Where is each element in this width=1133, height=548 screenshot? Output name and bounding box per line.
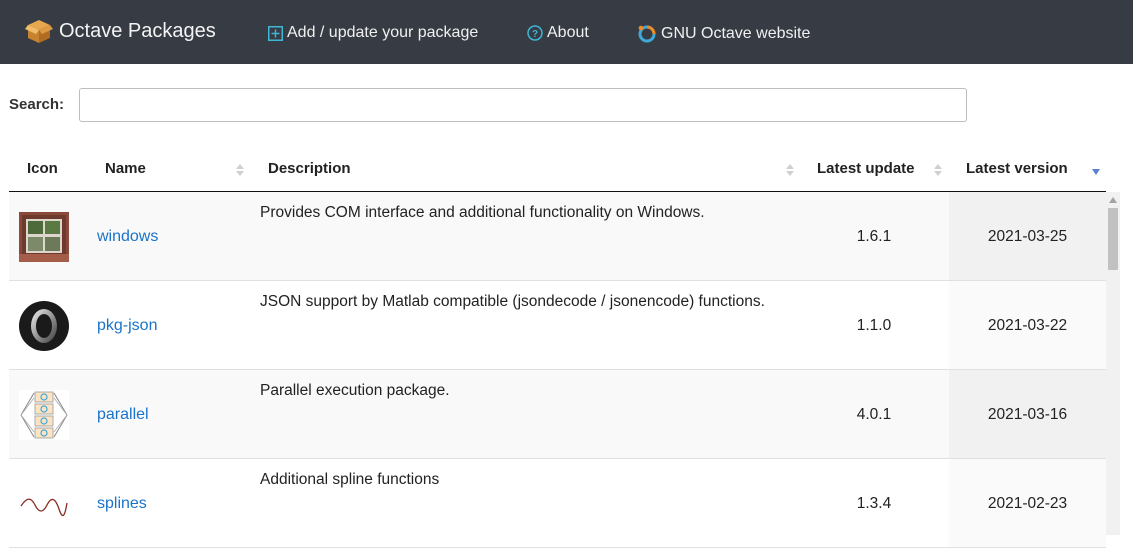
nav-octave-website-link[interactable]: GNU Octave website: [637, 24, 810, 44]
nav-about-link[interactable]: ? About: [527, 24, 589, 42]
json-package-icon: [19, 301, 69, 351]
svg-text:?: ?: [532, 29, 538, 40]
package-name-link[interactable]: pkg-json: [97, 317, 157, 335]
column-header-name[interactable]: Name: [105, 160, 146, 177]
sort-both-icon[interactable]: [236, 163, 244, 177]
column-header-latest-version[interactable]: Latest version: [966, 160, 1068, 177]
octave-logo-icon: [637, 24, 657, 44]
package-name-link[interactable]: parallel: [97, 406, 149, 424]
column-header-latest-update[interactable]: Latest update: [817, 160, 915, 177]
search-label: Search:: [9, 96, 65, 113]
scrollbar-thumb[interactable]: [1108, 208, 1118, 270]
sort-both-icon[interactable]: [786, 163, 794, 177]
brand[interactable]: Octave Packages: [25, 17, 216, 45]
search-input[interactable]: [79, 88, 967, 122]
table-row[interactable]: windows Provides COM interface and addit…: [9, 192, 1106, 281]
plus-square-icon: [268, 25, 283, 41]
column-header-icon: Icon: [27, 160, 58, 177]
package-name-link[interactable]: splines: [97, 495, 147, 513]
splines-package-icon: [20, 498, 68, 517]
package-description: Additional spline functions: [260, 471, 440, 488]
package-latest-version: 2021-03-16: [987, 406, 1068, 423]
nav-about-label: About: [547, 24, 589, 41]
sort-both-icon[interactable]: [934, 163, 942, 177]
sort-descending-icon[interactable]: [1092, 167, 1100, 181]
nav-add-package-label: Add / update your package: [287, 24, 479, 41]
package-latest-version: 2021-03-22: [987, 317, 1068, 334]
nav-add-package-link[interactable]: Add / update your package: [268, 24, 478, 42]
package-latest-update: 1.1.0: [856, 317, 892, 334]
package-latest-version: 2021-03-25: [987, 228, 1068, 245]
package-description: Parallel execution package.: [260, 382, 450, 399]
brand-title: Octave Packages: [59, 19, 216, 42]
package-name-link[interactable]: windows: [97, 228, 158, 246]
windows-package-icon: [19, 212, 69, 262]
package-latest-version: 2021-02-23: [987, 495, 1068, 512]
package-description: Provides COM interface and additional fu…: [260, 204, 705, 221]
package-latest-update: 1.3.4: [856, 495, 892, 512]
package-description: JSON support by Matlab compatible (jsond…: [260, 293, 765, 310]
top-navbar: Octave Packages Add / update your packag…: [0, 0, 1133, 64]
scroll-up-arrow-icon[interactable]: [1109, 197, 1117, 203]
package-box-icon: [25, 17, 53, 45]
column-header-description[interactable]: Description: [268, 160, 351, 177]
table-row[interactable]: parallel Parallel execution package. 4.0…: [9, 370, 1106, 459]
table-row[interactable]: pkg-json JSON support by Matlab compatib…: [9, 281, 1106, 370]
nav-octave-website-label: GNU Octave website: [661, 25, 811, 42]
question-circle-icon: ?: [527, 25, 543, 41]
package-latest-update: 1.6.1: [856, 228, 892, 245]
parallel-package-icon: [19, 390, 69, 440]
package-latest-update: 4.0.1: [856, 406, 892, 423]
